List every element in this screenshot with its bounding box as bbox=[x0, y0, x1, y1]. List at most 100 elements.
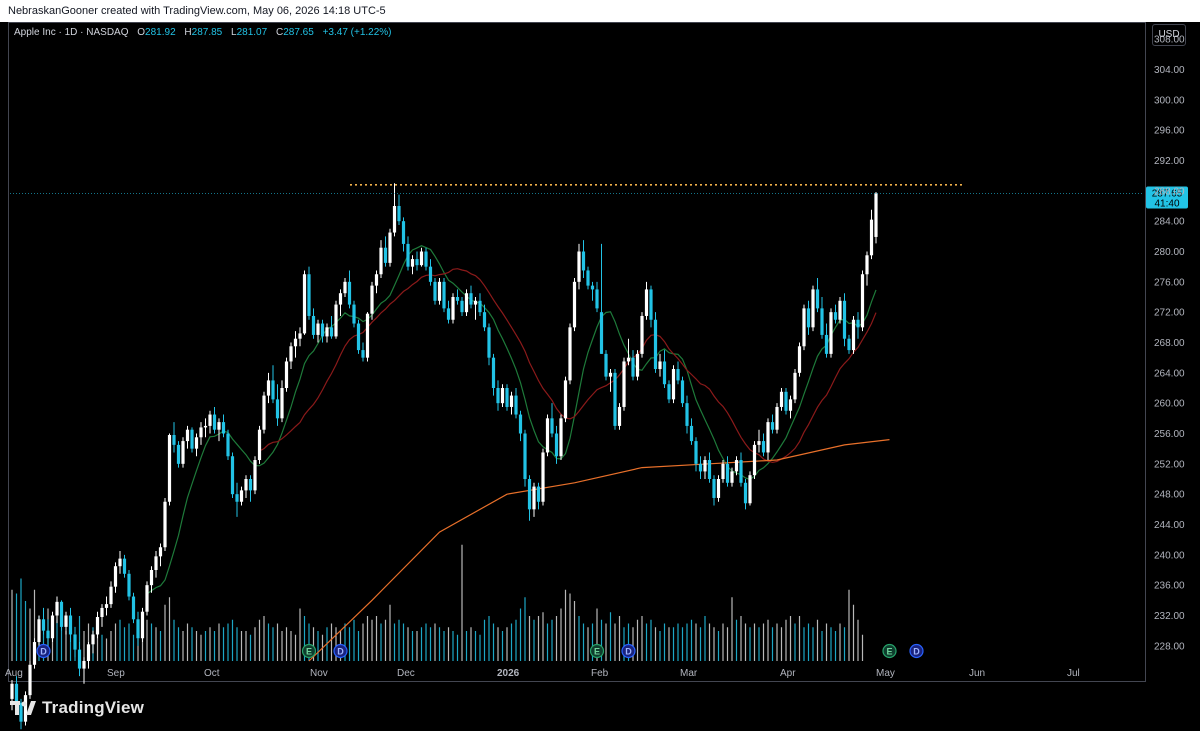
volume-bar bbox=[285, 627, 288, 661]
currency-button[interactable]: USD bbox=[1152, 24, 1186, 46]
volume-bar bbox=[785, 619, 787, 661]
time-tick-label: Dec bbox=[397, 668, 415, 679]
volume-bar bbox=[497, 627, 499, 661]
volume-bar bbox=[281, 631, 283, 661]
price-tick-label: 300.00 bbox=[1154, 95, 1185, 106]
candle-body bbox=[761, 441, 766, 453]
dividend-marker-label: D bbox=[913, 647, 920, 657]
candle-body bbox=[806, 308, 811, 328]
volume-bar bbox=[713, 627, 715, 661]
candle-body bbox=[307, 274, 311, 316]
volume-bar bbox=[186, 623, 189, 661]
price-chart[interactable]: 287.6541:40 308.00304.00300.00296.00292.… bbox=[0, 0, 1200, 731]
candle-body bbox=[469, 293, 473, 305]
candle-body bbox=[824, 334, 829, 354]
sma-mid-line bbox=[259, 268, 877, 464]
tradingview-logo[interactable]: TradingView bbox=[10, 697, 144, 719]
volume-bar bbox=[573, 601, 576, 661]
candle-body bbox=[653, 319, 658, 370]
volume-bar bbox=[794, 623, 796, 661]
volume-bar bbox=[704, 616, 706, 661]
volume-bar bbox=[614, 623, 616, 661]
candle-body bbox=[82, 661, 86, 669]
volume-bar bbox=[753, 623, 756, 661]
volume-bar bbox=[105, 638, 108, 661]
ohlc-legend: Apple Inc · 1D · NASDAQ O281.92 H287.85 … bbox=[14, 27, 392, 38]
volume-bar bbox=[128, 623, 130, 661]
candle-body bbox=[626, 357, 631, 362]
candle-body bbox=[685, 403, 689, 426]
symbol-label[interactable]: Apple Inc · 1D · NASDAQ bbox=[14, 27, 128, 38]
candle-body bbox=[226, 433, 230, 457]
price-tick-label: 244.00 bbox=[1154, 520, 1185, 531]
time-tick-label: Jul bbox=[1067, 668, 1080, 679]
volume-bar bbox=[443, 631, 445, 661]
candle-body bbox=[194, 437, 199, 449]
candle-body bbox=[73, 634, 77, 650]
candle-body bbox=[329, 327, 334, 337]
candle-body bbox=[532, 486, 536, 510]
sma-fast-line bbox=[146, 245, 877, 595]
candle-body bbox=[208, 414, 212, 426]
candle-body bbox=[671, 369, 676, 400]
volume-bar bbox=[11, 589, 13, 661]
candle-body bbox=[689, 425, 694, 442]
candle-body bbox=[320, 323, 325, 337]
candle-body bbox=[176, 444, 181, 464]
candle-body bbox=[523, 433, 527, 479]
candle-body bbox=[676, 369, 680, 381]
volume-bar bbox=[735, 619, 738, 661]
candle-body bbox=[595, 289, 599, 309]
candle-body bbox=[392, 206, 397, 233]
candle-body bbox=[446, 308, 451, 320]
earnings-marker-label: E bbox=[594, 647, 600, 657]
volume-bar bbox=[542, 612, 544, 661]
candle-body bbox=[397, 206, 401, 222]
candle-body bbox=[365, 313, 370, 358]
candle-body bbox=[613, 372, 617, 426]
volume-bar bbox=[101, 634, 103, 661]
candle-body bbox=[811, 289, 815, 328]
volume-bar bbox=[479, 634, 481, 661]
volume-bar bbox=[249, 634, 252, 661]
price-tick-label: 240.00 bbox=[1154, 550, 1185, 561]
candle-body bbox=[775, 406, 779, 430]
volume-bar bbox=[551, 619, 553, 661]
price-tick-label: 276.00 bbox=[1154, 277, 1185, 288]
candle-body bbox=[649, 289, 653, 320]
volume-bar bbox=[663, 623, 666, 661]
volume-bar bbox=[263, 616, 265, 661]
volume-bar bbox=[560, 608, 562, 661]
volume-bar bbox=[740, 616, 742, 661]
volume-bar bbox=[506, 627, 508, 661]
time-axis: Aug Sep Oct Nov Dec 2026 Feb Mar Apr May Jun Jul bbox=[5, 668, 1080, 679]
volume-bar bbox=[533, 619, 535, 661]
volume-bar bbox=[65, 631, 67, 661]
candle-body bbox=[797, 346, 802, 373]
candle-body bbox=[356, 323, 361, 351]
candle-body bbox=[401, 221, 406, 244]
time-tick-label: 2026 bbox=[497, 668, 520, 679]
dividend-marker-label: D bbox=[625, 647, 632, 657]
volume-bar bbox=[317, 631, 319, 661]
volume-bar bbox=[564, 589, 567, 661]
candle-body bbox=[140, 611, 145, 639]
candle-body bbox=[568, 327, 572, 381]
volume-bar bbox=[218, 623, 220, 661]
volume-bar bbox=[425, 623, 427, 661]
volume-bar bbox=[348, 627, 351, 661]
candle-body bbox=[95, 617, 100, 635]
volume-bar bbox=[672, 627, 675, 661]
volume-bar bbox=[686, 623, 688, 661]
volume-bar bbox=[587, 627, 589, 661]
volume-bar bbox=[749, 627, 751, 661]
volume-bar bbox=[699, 627, 702, 661]
volume-bar bbox=[609, 612, 612, 661]
volume-bar bbox=[582, 623, 585, 661]
price-tick-label: 264.00 bbox=[1154, 368, 1185, 379]
candle-body bbox=[784, 391, 788, 411]
candle-body bbox=[536, 486, 541, 502]
candle-body bbox=[464, 293, 469, 313]
volume-bar bbox=[56, 619, 58, 661]
volume-bar bbox=[191, 627, 193, 661]
